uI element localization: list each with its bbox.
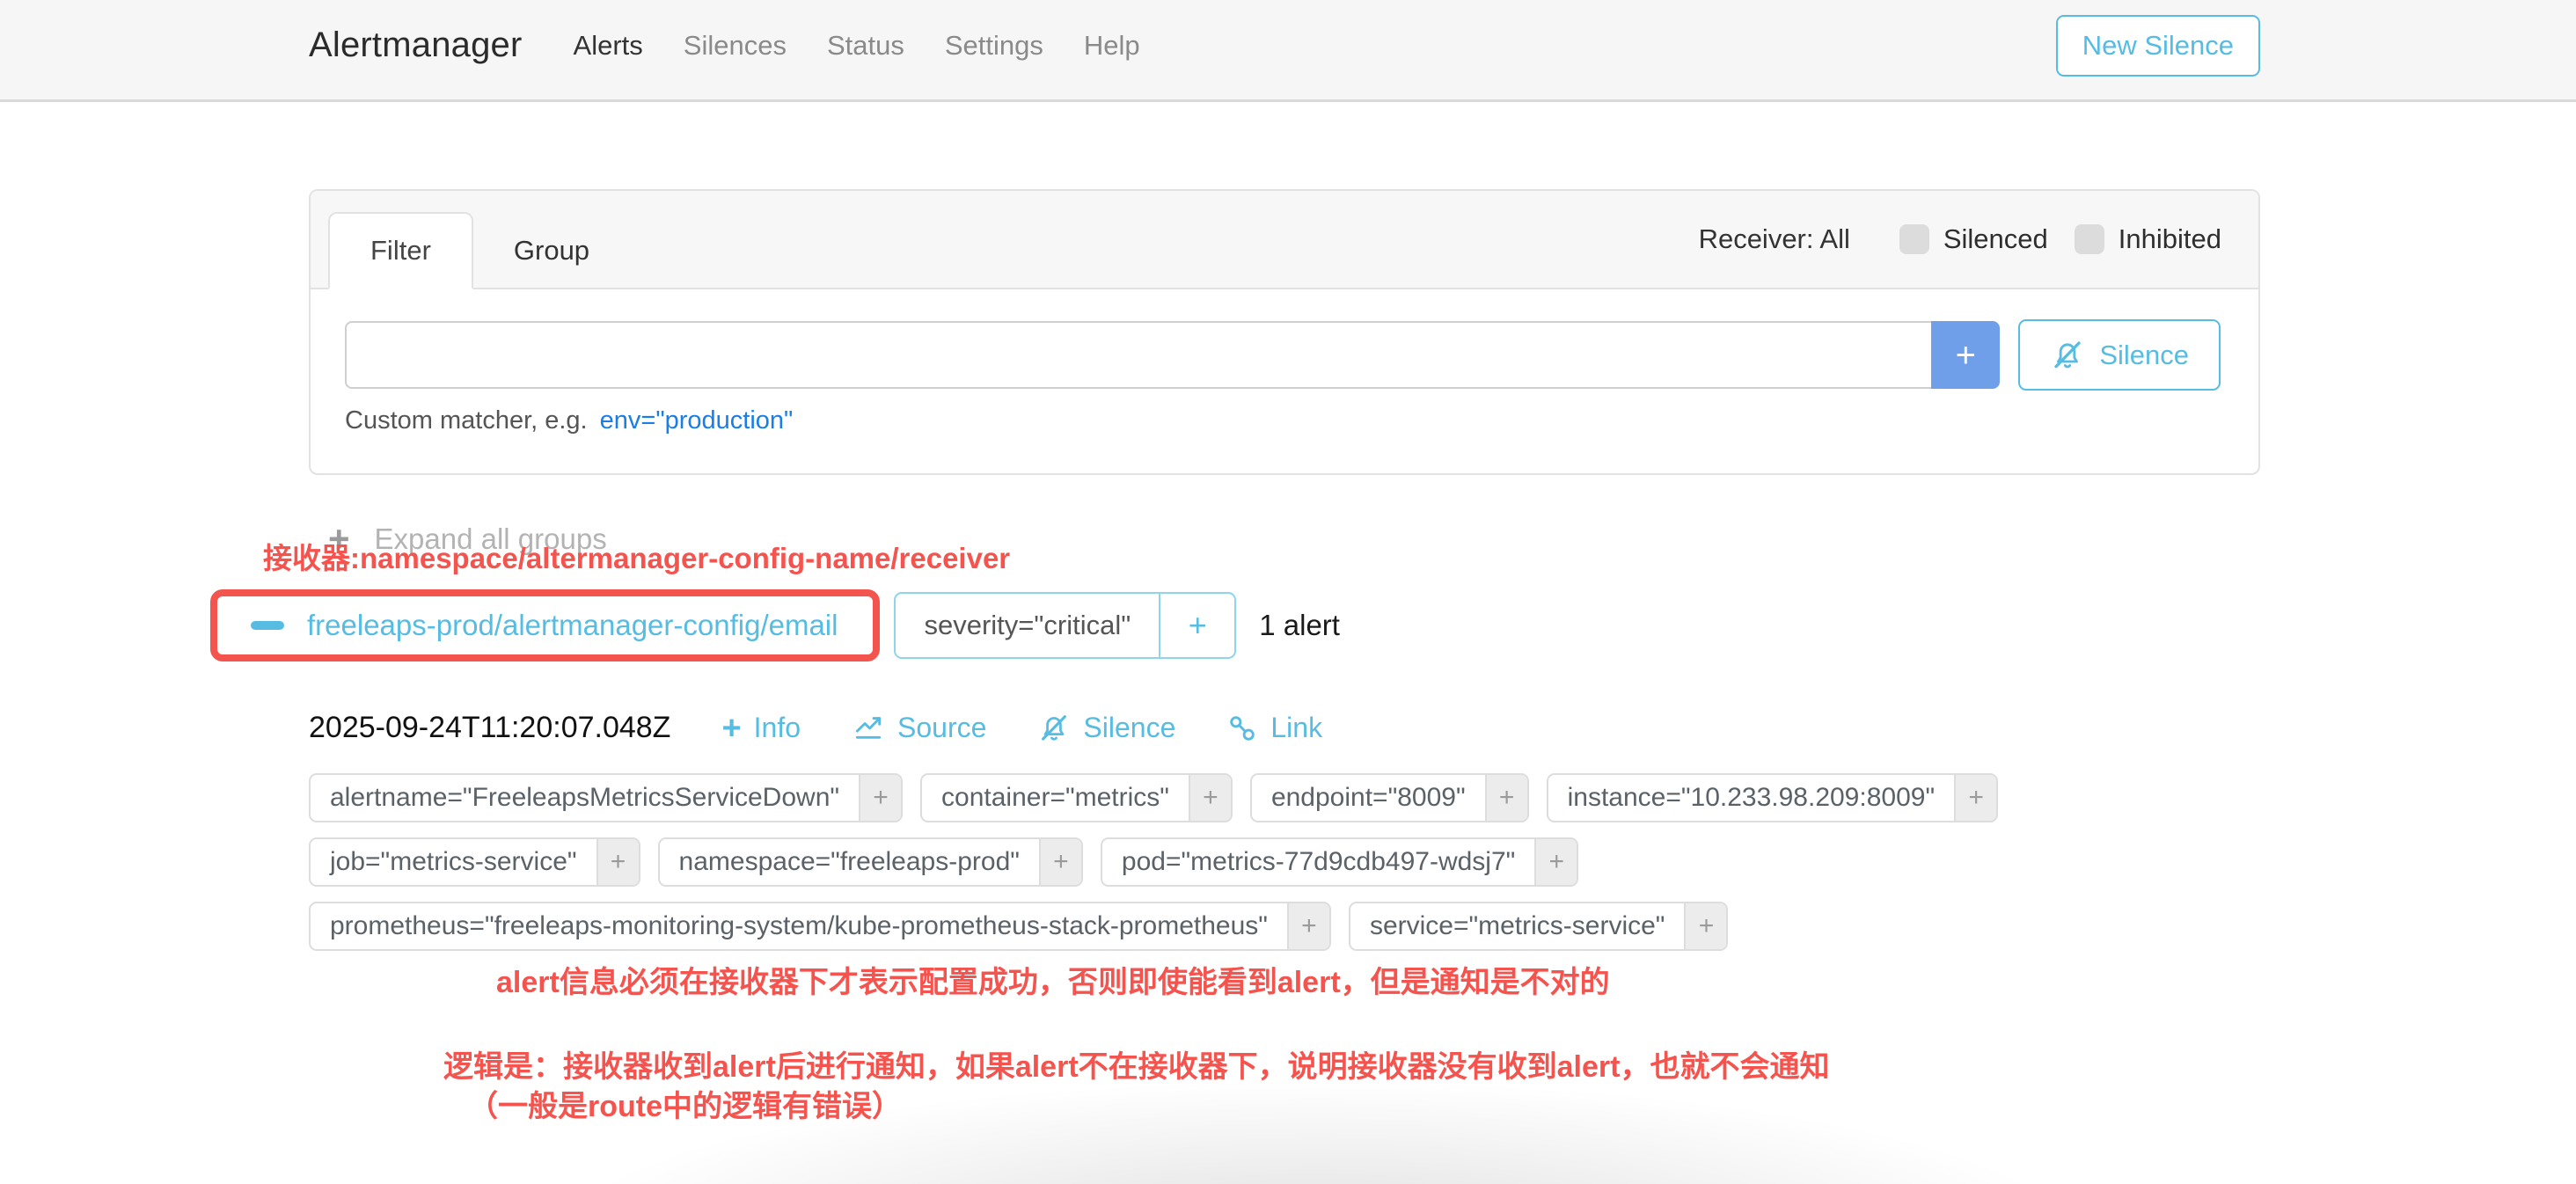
annotation-note-3: （一般是route中的逻辑有错误） xyxy=(468,1088,902,1126)
matcher-example-link[interactable]: env="production" xyxy=(600,406,794,435)
top-navbar: Alertmanager Alerts Silences Status Sett… xyxy=(0,0,2576,102)
add-filter-icon[interactable]: + xyxy=(1684,903,1726,949)
annotation-note-2: 逻辑是：接收器收到alert后进行通知，如果alert不在接收器下，说明接收器没… xyxy=(443,1049,1829,1086)
info-button-label: Info xyxy=(754,712,801,744)
alert-label-text: namespace="freeleaps-prod" xyxy=(660,839,1039,885)
group-receiver-button[interactable]: freeleaps-prod/alertmanager-config/email xyxy=(307,609,838,642)
alert-label-text: endpoint="8009" xyxy=(1252,775,1485,821)
nav-item-status[interactable]: Status xyxy=(827,30,904,62)
plus-icon: + xyxy=(721,712,741,745)
custom-matcher-hint: Custom matcher, e.g. env="production" xyxy=(345,406,2221,435)
matcher-row: + Silence xyxy=(345,319,2221,391)
alert-label-tag: instance="10.233.98.209:8009" + xyxy=(1547,773,1998,822)
add-matcher-button[interactable]: + xyxy=(1931,321,2000,389)
alert-label-text: container="metrics" xyxy=(922,775,1189,821)
filter-card-body: + Silence Custom matcher, e.g. env="prod… xyxy=(311,289,2258,435)
label-row: job="metrics-service" + namespace="freel… xyxy=(309,837,2332,887)
link-button-label: Link xyxy=(1270,712,1322,744)
alert-label-text: service="metrics-service" xyxy=(1350,903,1685,949)
hint-text: Custom matcher, e.g. xyxy=(345,406,588,435)
bell-slash-icon xyxy=(1037,712,1071,745)
silenced-checkbox[interactable]: Silenced xyxy=(1899,223,2048,255)
add-filter-icon[interactable]: + xyxy=(859,775,901,821)
alert-item: 2025-09-24T11:20:07.048Z + Info Source xyxy=(309,711,2332,951)
alert-timestamp: 2025-09-24T11:20:07.048Z xyxy=(309,711,670,745)
tab-group[interactable]: Group xyxy=(473,214,630,288)
chart-line-icon xyxy=(852,712,885,745)
nav-item-settings[interactable]: Settings xyxy=(945,30,1043,62)
source-button[interactable]: Source xyxy=(852,712,986,745)
nav-menu: Alerts Silences Status Settings Help xyxy=(574,30,1140,62)
label-row: prometheus="freeleaps-monitoring-system/… xyxy=(309,902,2332,951)
alert-label-text: job="metrics-service" xyxy=(311,839,596,885)
add-filter-icon[interactable]: + xyxy=(1039,839,1081,885)
filter-card: Filter Group Receiver: All Silenced Inhi… xyxy=(309,189,2260,475)
filter-card-header: Filter Group Receiver: All Silenced Inhi… xyxy=(311,191,2258,289)
alert-label-tag: pod="metrics-77d9cdb497-wdsj7" + xyxy=(1101,837,1578,887)
add-filter-icon[interactable]: + xyxy=(1189,775,1231,821)
alert-label-text: instance="10.233.98.209:8009" xyxy=(1548,775,1954,821)
matcher-input[interactable] xyxy=(345,321,1931,389)
app-brand[interactable]: Alertmanager xyxy=(309,26,523,65)
filter-options: Receiver: All Silenced Inhibited xyxy=(1699,223,2221,255)
alert-label-text: pod="metrics-77d9cdb497-wdsj7" xyxy=(1102,839,1534,885)
annotation-receiver-format: 接收器:namespace/altermanager-config-name/r… xyxy=(263,540,1010,576)
alert-label-text: prometheus="freeleaps-monitoring-system/… xyxy=(311,903,1287,949)
silence-filter-label: Silence xyxy=(2099,340,2189,371)
annotation-note-1: alert信息必须在接收器下才表示配置成功，否则即使能看到alert，但是通知是… xyxy=(496,964,1610,1002)
group-matcher-text: severity="critical" xyxy=(896,594,1159,657)
tab-filter[interactable]: Filter xyxy=(328,212,473,289)
alert-label-tag: namespace="freeleaps-prod" + xyxy=(658,837,1083,887)
alert-label-tag: container="metrics" + xyxy=(920,773,1233,822)
add-group-matcher-icon[interactable]: + xyxy=(1159,594,1234,657)
nav-item-silences[interactable]: Silences xyxy=(684,30,787,62)
alert-label-tag: service="metrics-service" + xyxy=(1349,902,1729,951)
new-silence-button[interactable]: New Silence xyxy=(2056,15,2260,77)
checkbox-icon[interactable] xyxy=(1899,224,1929,254)
inhibited-checkbox-label: Inhibited xyxy=(2119,223,2221,255)
add-filter-icon[interactable]: + xyxy=(596,839,639,885)
link-icon xyxy=(1226,713,1258,744)
add-filter-icon[interactable]: + xyxy=(1534,839,1577,885)
receiver-filter-label[interactable]: Receiver: All xyxy=(1699,223,1850,255)
add-filter-icon[interactable]: + xyxy=(1287,903,1329,949)
alert-header-row: 2025-09-24T11:20:07.048Z + Info Source xyxy=(309,711,2332,745)
silence-alert-button[interactable]: Silence xyxy=(1037,712,1175,745)
silence-alert-label: Silence xyxy=(1083,712,1175,744)
collapse-minus-icon[interactable] xyxy=(251,621,284,630)
alert-label-tag: prometheus="freeleaps-monitoring-system/… xyxy=(309,902,1331,951)
alert-label-tag: alertname="FreeleapsMetricsServiceDown" … xyxy=(309,773,903,822)
alert-count: 1 alert xyxy=(1259,609,1340,642)
checkbox-icon[interactable] xyxy=(2075,224,2104,254)
add-filter-icon[interactable]: + xyxy=(1485,775,1527,821)
silence-filter-button[interactable]: Silence xyxy=(2018,319,2221,391)
alert-group-row: freeleaps-prod/alertmanager-config/email… xyxy=(210,589,1340,661)
alertmanager-page: Alertmanager Alerts Silences Status Sett… xyxy=(0,0,2576,1184)
info-button[interactable]: + Info xyxy=(721,712,801,745)
group-matcher-tag: severity="critical" + xyxy=(894,592,1236,659)
annotation-highlight-box: freeleaps-prod/alertmanager-config/email xyxy=(210,589,880,661)
alert-label-text: alertname="FreeleapsMetricsServiceDown" xyxy=(311,775,859,821)
label-row: alertname="FreeleapsMetricsServiceDown" … xyxy=(309,773,2332,822)
nav-item-alerts[interactable]: Alerts xyxy=(574,30,643,62)
alert-labels: alertname="FreeleapsMetricsServiceDown" … xyxy=(309,773,2332,951)
inhibited-checkbox[interactable]: Inhibited xyxy=(2075,223,2221,255)
nav-item-help[interactable]: Help xyxy=(1084,30,1140,62)
alert-label-tag: job="metrics-service" + xyxy=(309,837,640,887)
bell-slash-icon xyxy=(2050,338,2085,373)
silenced-checkbox-label: Silenced xyxy=(1943,223,2048,255)
source-button-label: Source xyxy=(897,712,986,744)
add-filter-icon[interactable]: + xyxy=(1954,775,1996,821)
link-button[interactable]: Link xyxy=(1226,712,1322,744)
alert-label-tag: endpoint="8009" + xyxy=(1250,773,1529,822)
